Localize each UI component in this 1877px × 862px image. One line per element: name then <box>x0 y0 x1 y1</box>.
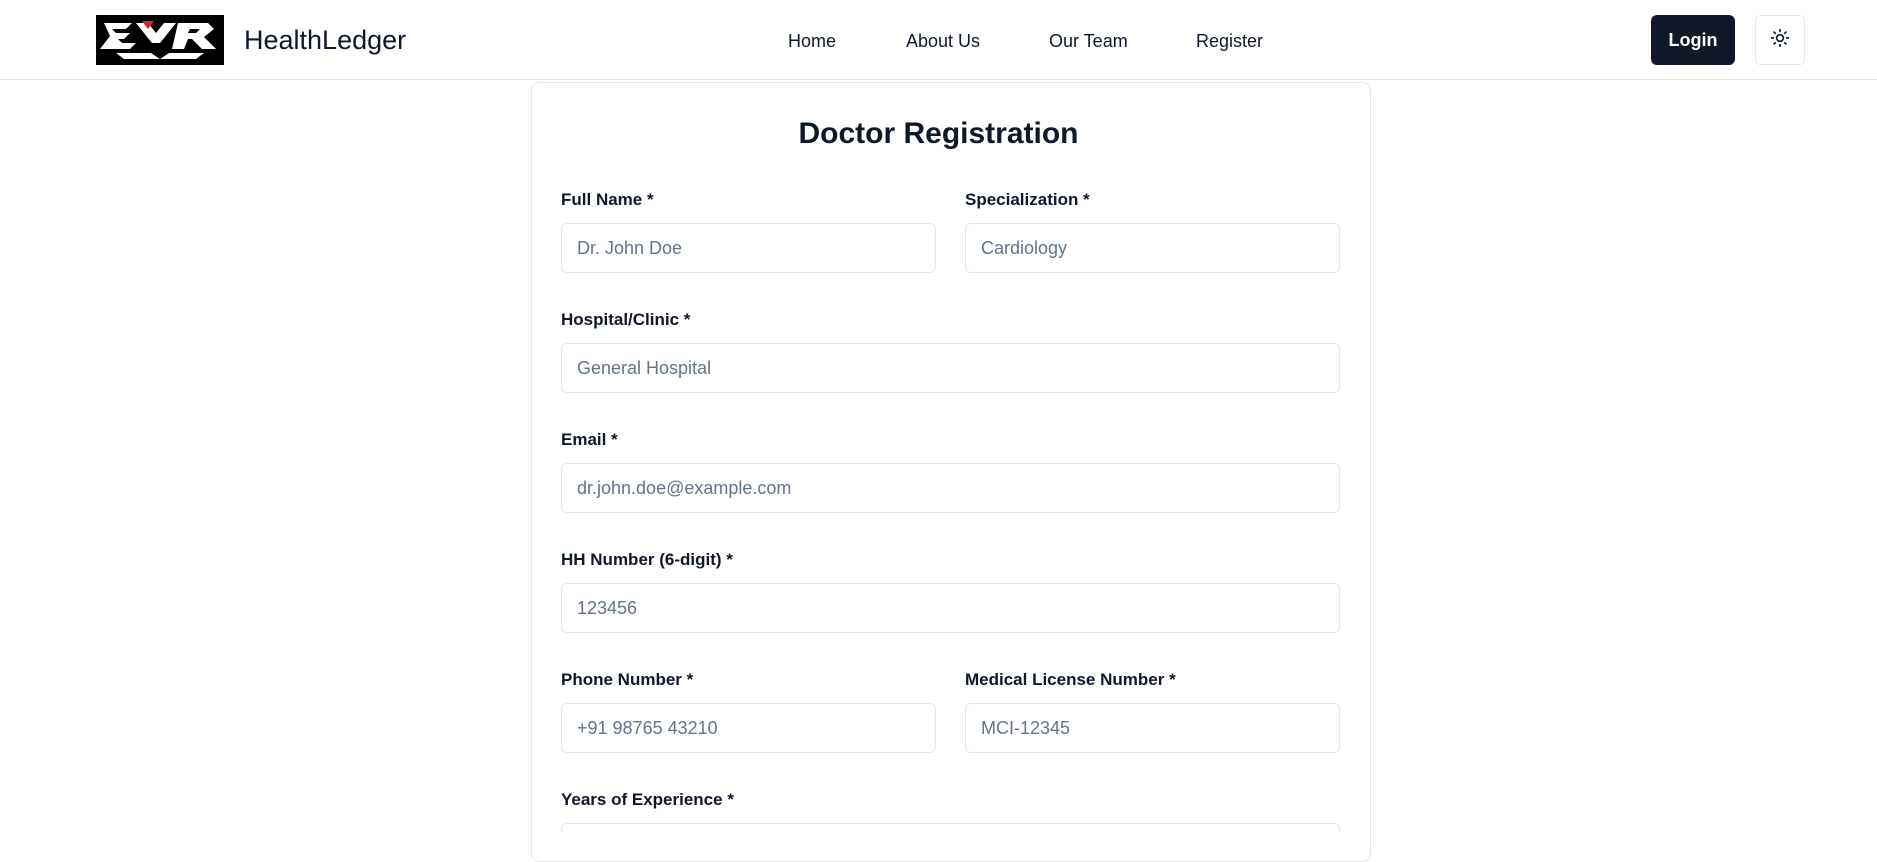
nav-our-team[interactable]: Our Team <box>1049 28 1128 54</box>
ehr-logo-icon[interactable] <box>96 15 224 65</box>
experience-input[interactable] <box>561 823 1340 832</box>
license-label: Medical License Number * <box>965 670 1176 689</box>
nav-about-us[interactable]: About Us <box>906 28 980 54</box>
hospital-label: Hospital/Clinic * <box>561 310 691 329</box>
theme-toggle-button[interactable] <box>1755 15 1805 65</box>
full-name-input[interactable] <box>561 223 936 273</box>
hospital-input[interactable] <box>561 343 1340 393</box>
navbar: HealthLedger Home About Us Our Team Regi… <box>0 0 1877 80</box>
license-input[interactable] <box>965 703 1340 753</box>
full-name-label: Full Name * <box>561 190 654 209</box>
nav-home[interactable]: Home <box>788 28 836 54</box>
email-label: Email * <box>561 430 618 449</box>
email-input[interactable] <box>561 463 1340 513</box>
nav-register[interactable]: Register <box>1196 28 1263 54</box>
experience-label: Years of Experience * <box>561 790 734 809</box>
sun-icon <box>1770 28 1790 53</box>
login-button[interactable]: Login <box>1651 15 1735 65</box>
specialization-label: Specialization * <box>965 190 1090 209</box>
form-title: Doctor Registration <box>798 117 1079 150</box>
hh-number-label: HH Number (6-digit) * <box>561 550 733 569</box>
phone-label: Phone Number * <box>561 670 694 689</box>
phone-input[interactable] <box>561 703 936 753</box>
hh-number-input[interactable] <box>561 583 1340 633</box>
specialization-input[interactable] <box>965 223 1340 273</box>
brand-name[interactable]: HealthLedger <box>244 22 406 58</box>
